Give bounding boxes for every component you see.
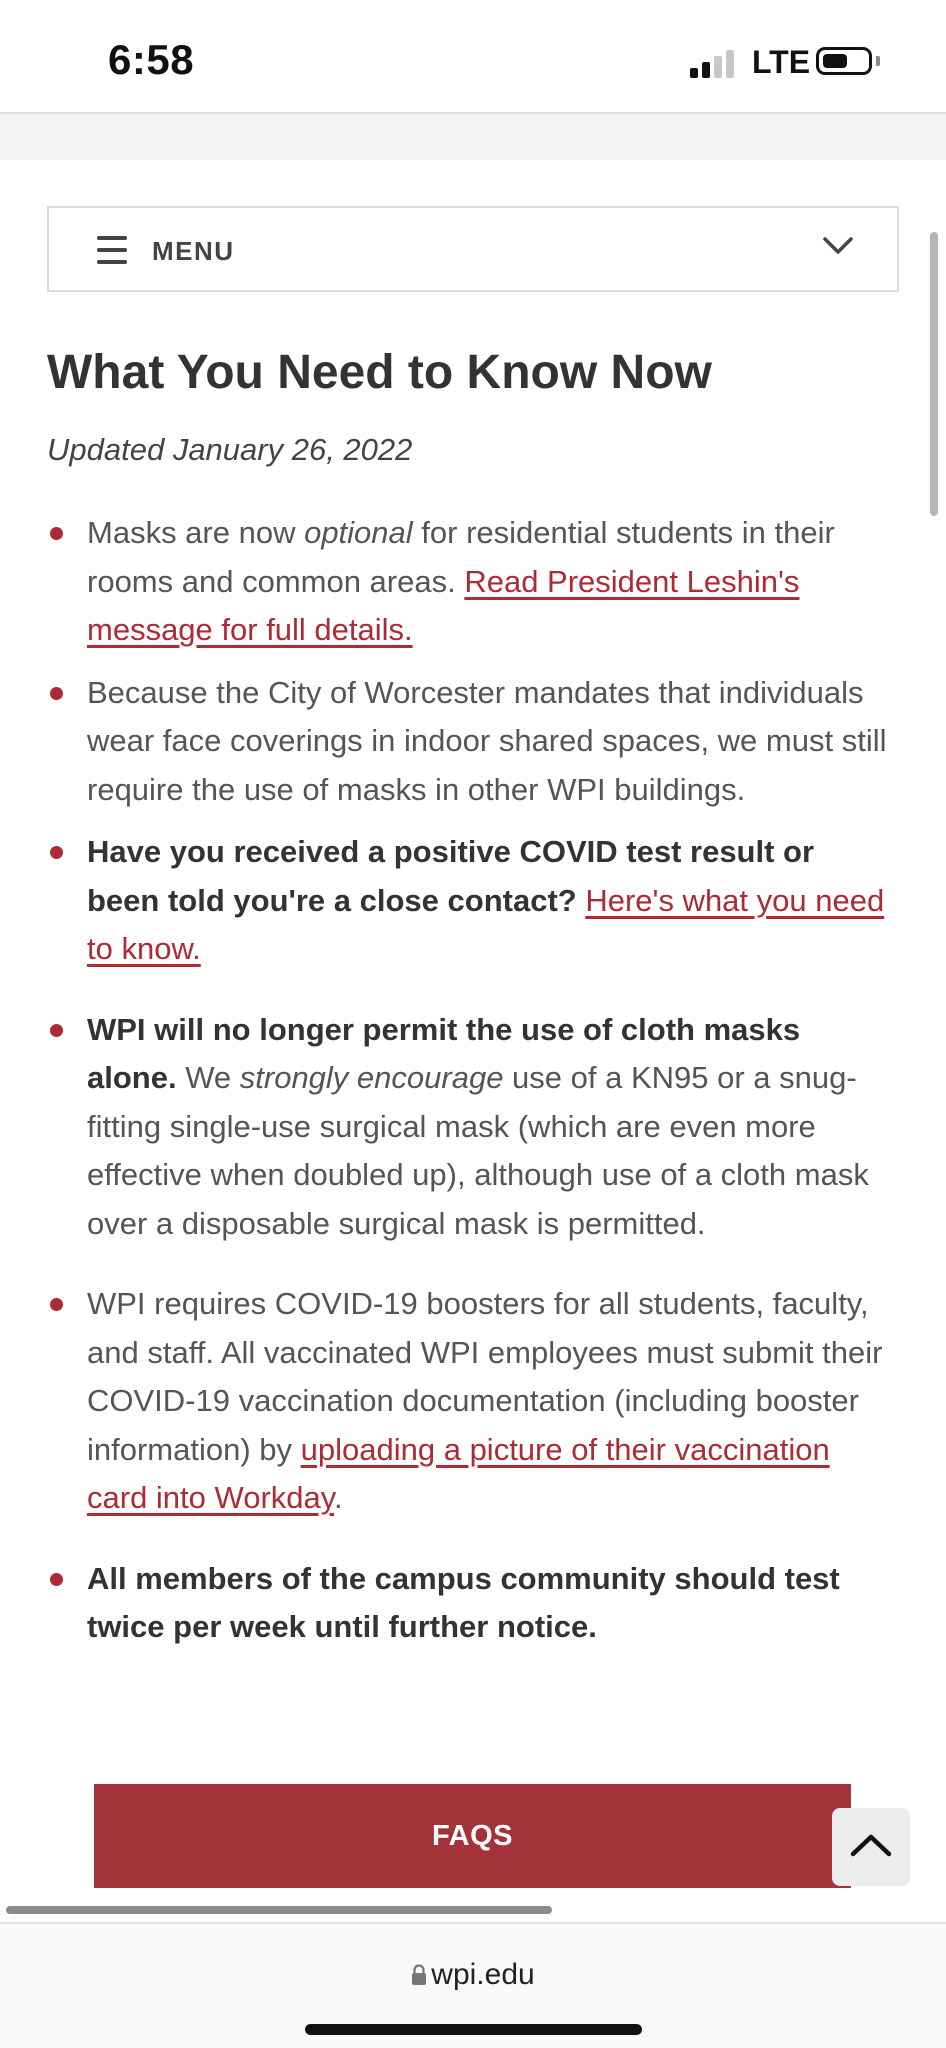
- bullet-dot: [50, 846, 63, 859]
- list-item: Masks are now optional for residential s…: [47, 509, 892, 655]
- bullet-text: .: [333, 1480, 343, 1515]
- battery-nub: [876, 56, 880, 66]
- faqs-button[interactable]: FAQS: [94, 1784, 851, 1888]
- battery-icon: [816, 47, 872, 75]
- bullet-text: We: [176, 1060, 240, 1095]
- bullet-emphasis: optional: [304, 515, 413, 550]
- chevron-up-icon: [850, 1834, 892, 1857]
- url-text: wpi.edu: [431, 1958, 535, 1991]
- home-indicator[interactable]: [305, 2024, 642, 2035]
- url-display[interactable]: wpi.edu: [0, 1958, 946, 1992]
- status-bar: 6:58 LTE: [0, 0, 946, 112]
- status-time: 6:58: [108, 36, 195, 83]
- info-list: Masks are now optional for residential s…: [47, 509, 892, 1652]
- vertical-scrollbar[interactable]: [930, 232, 938, 516]
- list-item: Have you received a positive COVID test …: [47, 828, 892, 974]
- horizontal-scrollbar[interactable]: [6, 1906, 552, 1914]
- bullet-dot: [50, 1298, 63, 1311]
- list-item: All members of the campus community shou…: [47, 1555, 892, 1652]
- bullet-dot: [50, 1572, 63, 1586]
- bullet-dot: [50, 527, 63, 540]
- back-to-top-button[interactable]: [832, 1808, 910, 1886]
- updated-date: Updated January 26, 2022: [47, 432, 413, 467]
- menu-dropdown[interactable]: MENU: [47, 206, 899, 292]
- page-title: What You Need to Know Now: [47, 346, 712, 399]
- hamburger-icon: [97, 236, 127, 264]
- screen: 6:58 LTE MENU What You Need to Know Now …: [0, 0, 946, 2048]
- bullet-bold-text: All members of the campus community shou…: [87, 1560, 840, 1645]
- chevron-down-icon: [821, 228, 853, 254]
- signal-icon: [690, 48, 740, 78]
- bullet-dot: [50, 686, 63, 700]
- list-item: WPI requires COVID-19 boosters for all s…: [47, 1280, 892, 1523]
- network-label: LTE: [752, 44, 811, 80]
- bullet-text: Masks are now: [87, 515, 305, 550]
- list-item: WPI will no longer permit the use of clo…: [47, 1006, 892, 1249]
- list-item: Because the City of Worcester mandates t…: [47, 669, 892, 815]
- menu-label: MENU: [152, 236, 235, 266]
- browser-url-bar[interactable]: wpi.edu: [0, 1922, 946, 2048]
- lock-icon: [412, 1964, 427, 1985]
- bullet-emphasis: strongly encourage: [239, 1060, 504, 1095]
- bullet-dot: [50, 1023, 63, 1037]
- bullet-text: Because the City of Worcester mandates t…: [87, 674, 887, 807]
- header-strip: [0, 112, 946, 160]
